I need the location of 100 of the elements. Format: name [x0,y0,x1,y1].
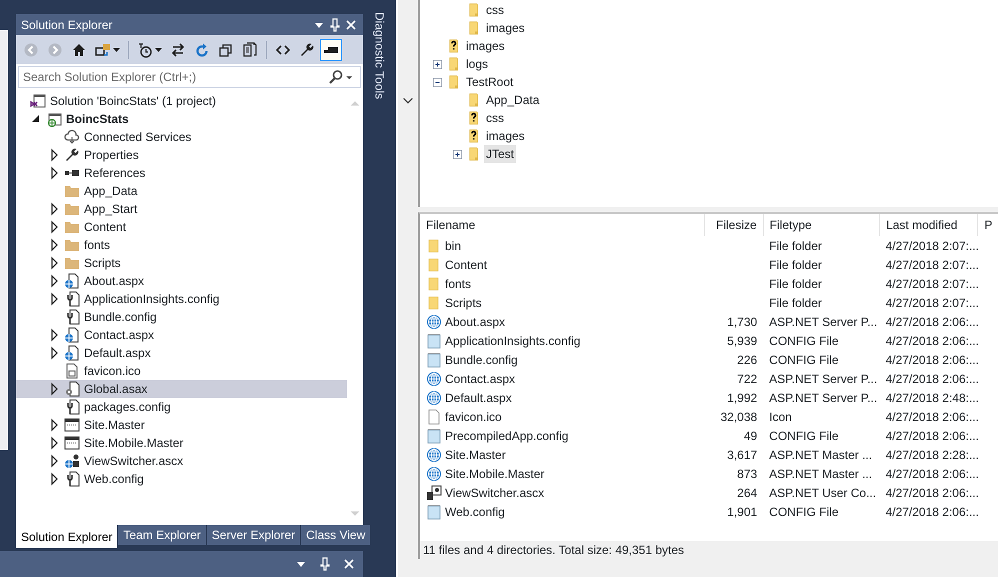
file-name[interactable]: ViewSwitcher.ascx [445,484,544,502]
file-name[interactable]: bin [445,236,462,254]
tree-item[interactable]: Site.Mobile.Master [16,434,347,452]
tree-item[interactable]: favicon.ico [16,362,347,380]
tree-item[interactable]: images [484,127,527,145]
file-date: 4/27/2018 2:06:... [886,466,978,480]
file-type: ASP.NET Server P... [769,390,878,404]
tree-item[interactable]: Contact.aspx [16,326,347,344]
item-label: Properties [83,147,139,164]
tree-item[interactable]: fonts [16,236,347,254]
file-name[interactable]: PrecompiledApp.config [445,426,568,444]
tree-item[interactable]: App_Start [16,200,347,218]
tree-item[interactable]: Default.aspx [16,344,347,362]
file-date: 4/27/2018 2:06:... [886,486,978,500]
panel-tab[interactable]: Solution Explorer [16,525,118,548]
file-type: ASP.NET Master ... [769,466,872,480]
file-type: CONFIG File [769,428,839,442]
file-size: 49 [744,428,758,442]
search-icon[interactable] [328,69,344,85]
file-date: 4/27/2018 2:07:... [886,258,978,272]
tree-item[interactable]: images [464,37,507,55]
file-name[interactable]: Site.Master [445,446,506,464]
item-label: Site.Mobile.Master [83,435,184,452]
tree-item[interactable]: css [484,1,506,19]
file-size: 1,901 [727,504,758,518]
file-type: Icon [769,410,792,424]
tree-item[interactable]: Connected Services [16,128,347,146]
panel-tab[interactable]: Server Explorer [206,525,300,545]
item-label: Bundle.config [83,309,157,326]
tree-item[interactable]: Properties [16,146,347,164]
column-header[interactable]: Last modified [880,214,978,236]
tree-item[interactable]: logs [464,55,490,73]
show-all-files-icon [242,42,258,58]
tree-item[interactable]: Bundle.config [16,308,347,326]
tree-item[interactable]: Web.config [16,470,347,488]
column-header[interactable]: Filetype [763,214,880,236]
panel-title: Solution Explorer [21,16,114,34]
file-size: 722 [737,372,758,386]
file-date: 4/27/2018 2:07:... [886,296,978,310]
search-field[interactable]: Search Solution Explorer (Ctrl+;) [18,66,361,88]
item-label: favicon.ico [83,363,141,380]
tree-item[interactable]: References [16,164,347,182]
file-date: 4/27/2018 2:06:... [886,334,978,348]
tree-item[interactable]: Global.asax [16,380,347,398]
tree-item[interactable]: TestRoot [464,73,516,91]
folder-icon [64,201,80,217]
file-size: 1,730 [727,314,758,328]
tree-item[interactable]: BoincStats [16,110,347,128]
tree-item[interactable]: App_Data [484,91,542,109]
panel-tab[interactable]: Class View [301,525,370,545]
file-name[interactable]: Default.aspx [445,388,512,406]
file-name[interactable]: Bundle.config [445,350,518,368]
tree-item[interactable]: Content [16,218,347,236]
tree-item[interactable]: ViewSwitcher.ascx [16,452,347,470]
item-label: App_Start [83,201,138,218]
tree-item[interactable]: App_Data [16,182,347,200]
expand-icon[interactable] [452,148,463,160]
column-header[interactable]: Filesize [704,214,764,236]
tree-item[interactable]: Scripts [16,254,347,272]
file-type: File folder [769,238,822,252]
file-name[interactable]: favicon.ico [445,408,502,426]
file-type: File folder [769,258,822,272]
sync-icon [170,42,186,58]
column-header[interactable]: Filename [420,214,705,236]
file-date: 4/27/2018 2:28:... [886,448,978,462]
switch-views-icon [95,42,111,58]
tree-item[interactable]: About.aspx [16,272,347,290]
file-type: ASP.NET User Co... [769,486,876,500]
file-type: File folder [769,276,822,290]
item-label: Content [83,219,126,236]
expand-icon[interactable] [432,58,443,70]
item-label: fonts [83,237,110,254]
item-label: Scripts [83,255,121,272]
item-label: ViewSwitcher.ascx [83,453,184,470]
folder-icon [64,219,80,235]
file-size: 1,992 [727,390,758,404]
file-type: File folder [769,296,822,310]
collapse-icon[interactable] [432,76,443,88]
file-name[interactable]: Web.config [445,502,505,520]
tree-item[interactable]: packages.config [16,398,347,416]
preview-button[interactable] [320,38,342,60]
file-size: 226 [737,352,758,366]
column-header[interactable]: P [978,214,996,236]
file-name[interactable]: Contact.aspx [445,370,516,388]
tree-item[interactable]: images [484,19,527,37]
pending-changes-icon [137,42,153,58]
file-name[interactable]: ApplicationInsights.config [445,332,580,350]
file-type: CONFIG File [769,352,839,366]
tree-item[interactable]: Solution 'BoincStats' (1 project) [16,92,347,110]
tree-item[interactable]: JTest [484,145,516,163]
file-name[interactable]: Content [445,256,488,274]
file-name[interactable]: About.aspx [445,312,506,330]
tree-item[interactable]: ApplicationInsights.config [16,290,347,308]
file-name[interactable]: fonts [445,274,472,292]
tree-item[interactable]: Site.Master [16,416,347,434]
file-name[interactable]: Site.Mobile.Master [445,464,544,482]
panel-tab[interactable]: Team Explorer [118,525,206,545]
tree-item[interactable]: css [484,109,506,127]
file-name[interactable]: Scripts [445,294,482,312]
side-tab[interactable]: Diagnostic Tools [370,12,388,100]
